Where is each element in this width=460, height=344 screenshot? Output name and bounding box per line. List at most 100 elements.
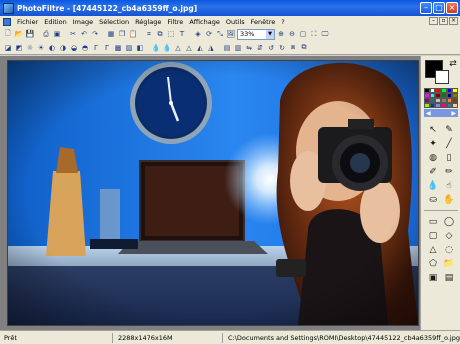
grayscale-icon[interactable]: ▩ (113, 43, 123, 53)
gamma-plus-icon[interactable]: Γ (102, 43, 112, 53)
menu-filtre[interactable]: Filtre (164, 18, 186, 26)
paste-icon[interactable]: 📋 (128, 29, 138, 39)
copy-icon[interactable]: ❐ (117, 29, 127, 39)
pencil-tool-icon[interactable]: ✏ (443, 166, 455, 178)
saturation-minus-icon[interactable]: ◒ (69, 43, 79, 53)
color-swatches[interactable] (424, 88, 458, 108)
zoom-out-icon[interactable]: ⊖ (287, 29, 297, 39)
clone-tool-icon[interactable]: ⛀ (427, 194, 439, 206)
noise-icon[interactable]: ◮ (206, 43, 216, 53)
ellipse-shape-icon[interactable]: ◯ (443, 216, 455, 228)
menu-image[interactable]: Image (70, 18, 96, 26)
mask-options-icon[interactable]: ▤ (443, 272, 455, 284)
rectangle-shape-icon[interactable]: ▭ (427, 216, 439, 228)
crop-icon[interactable]: ⌗ (144, 29, 154, 39)
rotate-right-icon[interactable]: ↻ (277, 43, 287, 53)
auto-contrast-icon[interactable]: ◩ (14, 43, 24, 53)
zoom-in-icon[interactable]: ⊕ (276, 29, 286, 39)
auto-levels-icon[interactable]: ◪ (3, 43, 13, 53)
new-icon[interactable]: 🗋 (3, 29, 13, 39)
negative-icon[interactable]: ◧ (135, 43, 145, 53)
sharpen-more-icon[interactable]: △ (184, 43, 194, 53)
swap-colors-icon[interactable]: ⇄ (447, 58, 459, 70)
menu-reglage[interactable]: Réglage (132, 18, 164, 26)
shapes-icon[interactable]: ◈ (193, 29, 203, 39)
layer-options-icon[interactable]: ▣ (427, 272, 439, 284)
soften-icon[interactable]: △ (173, 43, 183, 53)
duplicate-icon[interactable]: ⧉ (155, 29, 165, 39)
gamma-minus-icon[interactable]: Γ (91, 43, 101, 53)
saturation-plus-icon[interactable]: ◓ (80, 43, 90, 53)
diamond-shape-icon[interactable]: ◇ (443, 230, 455, 242)
minimize-button[interactable]: – (420, 2, 432, 14)
background-color[interactable] (435, 70, 449, 84)
redo-icon[interactable]: ↷ (90, 29, 100, 39)
contrast-minus-icon[interactable]: ◐ (47, 43, 57, 53)
lasso-shape-icon[interactable]: ◌ (443, 244, 455, 256)
scan-icon[interactable]: ▣ (52, 29, 62, 39)
flip-vertical-icon[interactable]: ⇵ (255, 43, 265, 53)
sepia-icon[interactable]: ▨ (124, 43, 134, 53)
menu-help[interactable]: ? (278, 18, 287, 26)
menu-edition[interactable]: Edition (41, 18, 70, 26)
menu-selection[interactable]: Sélection (96, 18, 132, 26)
open-icon[interactable]: 📂 (14, 29, 24, 39)
hand-tool-icon[interactable]: ✋ (443, 194, 455, 206)
select-all-icon[interactable]: ⬚ (166, 29, 176, 39)
undo-icon[interactable]: ↶ (79, 29, 89, 39)
smudge-tool-icon[interactable]: ☝ (443, 180, 455, 192)
vignette (8, 61, 418, 325)
blur-icon[interactable]: 💧 (151, 43, 161, 53)
blur-tool-icon[interactable]: 💧 (427, 180, 439, 192)
print-icon[interactable]: ⎙ (41, 29, 51, 39)
resize-icon[interactable]: ⤡ (215, 29, 225, 39)
polygon-shape-icon[interactable]: ⬠ (427, 258, 439, 270)
menu-outils[interactable]: Outils (223, 18, 248, 26)
menu-fichier[interactable]: Fichier (14, 18, 41, 26)
rounded-rect-shape-icon[interactable]: ▢ (427, 230, 439, 242)
doc-close-button[interactable]: × (449, 17, 458, 25)
file-path: C:\Documents and Settings\ROMI\Desktop\4… (228, 334, 460, 342)
brush-tool-icon[interactable]: ✐ (427, 166, 439, 178)
rotate-left-icon[interactable]: ↺ (266, 43, 276, 53)
save-icon[interactable]: 💾 (25, 29, 35, 39)
brightness-minus-icon[interactable]: ☼ (25, 43, 35, 53)
sharpen-icon[interactable]: 💧 (162, 43, 172, 53)
folder-icon[interactable]: 📁 (443, 258, 455, 270)
close-button[interactable]: × (446, 2, 458, 14)
next-palette-icon[interactable]: ▶ (451, 110, 456, 117)
fill-tool-icon[interactable]: ◍ (427, 152, 439, 164)
text-icon[interactable]: T (177, 29, 187, 39)
chevron-down-icon[interactable]: ▼ (266, 29, 274, 39)
color-picker-icon[interactable]: ✎ (443, 124, 455, 136)
color-balance-icon[interactable]: ▤ (222, 43, 232, 53)
fit-window-icon[interactable]: ⛶ (309, 29, 319, 39)
line-tool-icon[interactable]: ╱ (443, 138, 455, 150)
maximize-button[interactable]: □ (433, 2, 445, 14)
doc-restore-button[interactable]: ▫ (439, 17, 448, 25)
actual-size-icon[interactable]: ▢ (298, 29, 308, 39)
zoom-select[interactable]: 33% ▼ (237, 28, 275, 40)
emboss-icon[interactable]: ◭ (195, 43, 205, 53)
menu-fenetre[interactable]: Fenêtre (248, 18, 279, 26)
fullscreen-icon[interactable]: 🖵 (320, 29, 330, 39)
cut-icon[interactable]: ✂ (68, 29, 78, 39)
menu-affichage[interactable]: Affichage (186, 18, 223, 26)
image-icon[interactable]: 🖼 (226, 29, 236, 39)
doc-minimize-button[interactable]: – (429, 17, 438, 25)
magic-wand-icon[interactable]: ✦ (427, 138, 439, 150)
prev-palette-icon[interactable]: ◀ (426, 110, 431, 117)
transform-icon[interactable]: ⧈ (288, 43, 298, 53)
flip-horizontal-icon[interactable]: ⇋ (244, 43, 254, 53)
layer-icon[interactable]: ⧉ (299, 43, 309, 53)
rotate-icon[interactable]: ⟳ (204, 29, 214, 39)
brightness-plus-icon[interactable]: ☀ (36, 43, 46, 53)
color-swatch[interactable] (452, 103, 458, 108)
spray-tool-icon[interactable]: ▯ (443, 152, 455, 164)
triangle-shape-icon[interactable]: △ (427, 244, 439, 256)
selection-tool-icon[interactable]: ↖ (427, 124, 439, 136)
hue-icon[interactable]: ▥ (233, 43, 243, 53)
contrast-plus-icon[interactable]: ◑ (58, 43, 68, 53)
grid-icon[interactable]: ▦ (106, 29, 116, 39)
photo-canvas[interactable] (8, 61, 418, 325)
